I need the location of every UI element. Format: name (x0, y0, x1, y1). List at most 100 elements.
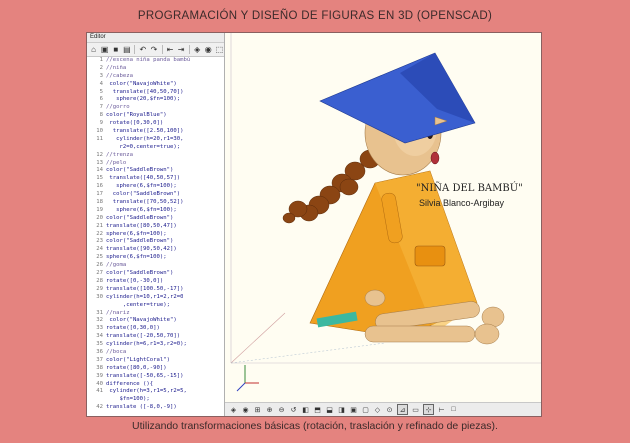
line-number: 36 (96, 348, 103, 355)
code-line[interactable]: 22 sphere(6,$fn=100); (87, 231, 224, 239)
code-line[interactable]: 9 rotate([0,30,0]) (87, 120, 224, 128)
line-number: 10 (96, 128, 103, 135)
code-line[interactable]: 15 translate([40,50,57]) (87, 175, 224, 183)
save-alt-icon[interactable]: ▤ (122, 45, 131, 55)
code-text: //gorro (106, 104, 130, 111)
zoom-in-icon[interactable]: ⊕ (265, 405, 274, 414)
code-line[interactable]: 27 color("SaddleBrown") (87, 270, 224, 278)
perspective-icon[interactable]: ⊿ (397, 404, 408, 415)
line-number: 14 (96, 167, 103, 174)
code-text: difference (){ (106, 380, 154, 387)
axis-line (230, 342, 386, 364)
view-center-icon[interactable]: ⊙ (385, 405, 394, 414)
render-icon[interactable]: ◉ (241, 405, 250, 414)
code-line[interactable]: 13//pelo (87, 160, 224, 168)
code-line[interactable]: $fn=100); (87, 396, 224, 404)
code-text: rotate([0,-30,0]) (106, 277, 164, 284)
code-line[interactable]: 42 translate ([-8,0,-9]) (87, 404, 224, 412)
code-line[interactable]: 18 translate([70,50,52]) (87, 199, 224, 207)
view-back-icon[interactable]: ▢ (361, 405, 370, 414)
edges-icon[interactable]: □ (449, 405, 458, 414)
code-line[interactable]: 31//nariz (87, 310, 224, 318)
line-number: 25 (96, 254, 103, 261)
code-line[interactable]: 26//goma (87, 262, 224, 270)
zoom-out-icon[interactable]: ⊖ (277, 405, 286, 414)
orthogonal-icon[interactable]: ▭ (411, 405, 420, 414)
open-icon[interactable]: ▣ (100, 45, 109, 55)
code-line[interactable]: 21 translate([80,50,47]) (87, 223, 224, 231)
view-front-icon[interactable]: ▣ (349, 405, 358, 414)
code-line[interactable]: 12//trenza (87, 152, 224, 160)
code-line[interactable]: ,center=true); (87, 302, 224, 310)
view-top-icon[interactable]: ⬒ (313, 405, 322, 414)
indent-icon[interactable]: ⇥ (177, 45, 186, 55)
code-line[interactable]: 8 color("RoyalBlue") (87, 112, 224, 120)
code-line[interactable]: 14 color("SaddleBrown") (87, 167, 224, 175)
code-line[interactable]: 28 rotate([0,-30,0]) (87, 278, 224, 286)
line-number: 23 (96, 238, 103, 245)
code-line[interactable]: 4 color("NavajoWhite") (87, 81, 224, 89)
code-area[interactable]: 1//escena niña panda bambú 2//niña 3//cabe… (87, 57, 224, 412)
line-number: 9 (99, 120, 103, 127)
code-line[interactable]: 33 rotate([0,30,0]) (87, 325, 224, 333)
line-number: 3 (99, 72, 103, 79)
scale-markers-icon[interactable]: ⊢ (437, 405, 446, 414)
redo-icon[interactable]: ↷ (149, 45, 158, 55)
code-line[interactable]: 23 color("SaddleBrown") (87, 238, 224, 246)
code-line[interactable]: 38 rotate([80,0,-90]) (87, 365, 224, 373)
view-diagonal-icon[interactable]: ◇ (373, 405, 382, 414)
preview-icon[interactable]: ◈ (229, 405, 238, 414)
code-line[interactable]: 11 cylinder(h=20,r1=30, (87, 136, 224, 144)
save-icon[interactable]: ■ (111, 45, 120, 55)
code-line[interactable]: 25 sphere(6,$fn=100); (87, 254, 224, 262)
line-number: 20 (96, 214, 103, 221)
code-text: //goma (106, 262, 127, 269)
view-left-icon[interactable]: ◨ (337, 405, 346, 414)
code-text: rotate([80,0,-90]) (106, 364, 167, 371)
code-line[interactable]: 29 translate([100.50,-17]) (87, 286, 224, 294)
home-icon[interactable]: ⌂ (89, 45, 98, 55)
code-line[interactable]: 3//cabeza (87, 73, 224, 81)
code-line[interactable]: 30 cylinder(h=10,r1=2,r2=0 (87, 294, 224, 302)
viewport-toolbar: ◈ ◉ ⊞ ⊕ ⊖ ↺ ◧ ⬒ ⬓ ◨ ▣ ▢ ◇ ⊙ ⊿ ▭ ⊹ ⊢ □ (225, 402, 541, 416)
undo-icon[interactable]: ↶ (138, 45, 147, 55)
reset-view-icon[interactable]: ↺ (289, 405, 298, 414)
code-text: color("SaddleBrown") (106, 191, 181, 198)
code-line[interactable]: 36//boca (87, 349, 224, 357)
code-text: color("NavajoWhite") (106, 80, 177, 87)
code-line[interactable]: 35 cylinder(h=6,r1=3,r2=0); (87, 341, 224, 349)
code-line[interactable]: 32 color("NavajoWhite") (87, 317, 224, 325)
code-line[interactable]: 5 translate([40,50,70]) (87, 89, 224, 97)
view-right-icon[interactable]: ◧ (301, 405, 310, 414)
code-line[interactable]: 24 translate([90,50,42]) (87, 246, 224, 254)
preview-icon[interactable]: ◈ (193, 45, 202, 55)
line-number: 1 (99, 57, 103, 63)
code-line[interactable]: 1//escena niña panda bambú (87, 57, 224, 65)
code-text: ,center=true); (106, 301, 170, 308)
code-line[interactable]: 16 sphere(6,$fn=100); (87, 183, 224, 191)
view-bottom-icon[interactable]: ⬓ (325, 405, 334, 414)
code-line[interactable]: 37 color("LightCoral") (87, 357, 224, 365)
3d-viewport[interactable]: "NIÑA DEL BAMBÚ" Silvia Blanco-Argibay ◈… (225, 33, 541, 416)
code-line[interactable]: 41 cylinder(h=3,r1=5,r2=5, (87, 388, 224, 396)
code-line[interactable]: 34 translate([-20,50,70]) (87, 333, 224, 341)
render-icon[interactable]: ◉ (204, 45, 213, 55)
code-line[interactable]: 7//gorro (87, 104, 224, 112)
code-text: sphere(6,$fn=100); (106, 183, 177, 190)
export-icon[interactable]: ⬚ (215, 45, 224, 55)
axes-icon[interactable]: ⊹ (423, 404, 434, 415)
code-line[interactable]: 40 difference (){ (87, 381, 224, 389)
code-line[interactable]: 39 translate([-50,65,-15]) (87, 373, 224, 381)
axes-indicator (236, 365, 259, 392)
code-line[interactable]: 2//niña (87, 65, 224, 73)
line-number: 33 (96, 325, 103, 332)
code-line[interactable]: 19 sphere(6,$fn=100); (87, 207, 224, 215)
code-line[interactable]: 10 translate([2.50,100]) (87, 128, 224, 136)
code-line[interactable]: 6 sphere(20,$fn=100); (87, 96, 224, 104)
code-line[interactable]: 20 color("SaddleBrown") (87, 215, 224, 223)
line-number: 39 (96, 372, 103, 379)
zoom-all-icon[interactable]: ⊞ (253, 405, 262, 414)
unindent-icon[interactable]: ⇤ (165, 45, 174, 55)
code-line[interactable]: r2=0,center=true); (87, 144, 224, 152)
code-line[interactable]: 17 color("SaddleBrown") (87, 191, 224, 199)
